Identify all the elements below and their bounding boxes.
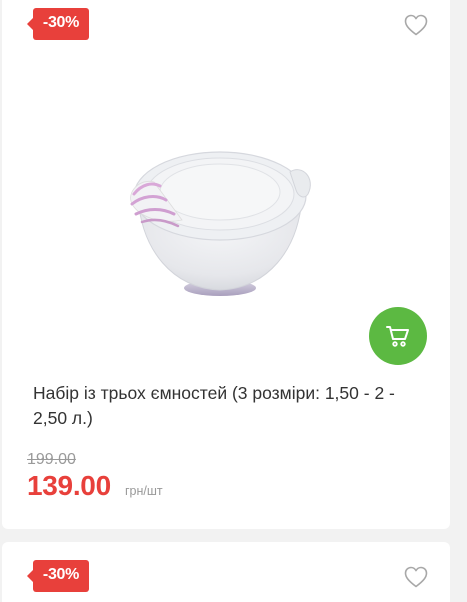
heart-outline-icon[interactable] (404, 14, 428, 36)
shopping-cart-icon (386, 326, 409, 347)
old-price: 199.00 (27, 451, 76, 468)
discount-badge: -30% (27, 560, 89, 592)
heart-outline-icon[interactable] (404, 566, 428, 588)
product-title[interactable]: Набір із трьох ємностей (3 розміри: 1,50… (33, 381, 428, 431)
current-price: 139.00 (27, 470, 111, 501)
add-to-cart-button[interactable] (369, 307, 427, 365)
price-unit: грн/шт (125, 484, 163, 498)
product-image[interactable] (102, 120, 342, 320)
discount-badge: -30% (27, 8, 89, 40)
product-card[interactable]: -30% (2, 542, 450, 602)
product-card[interactable]: -30% (2, 0, 450, 529)
